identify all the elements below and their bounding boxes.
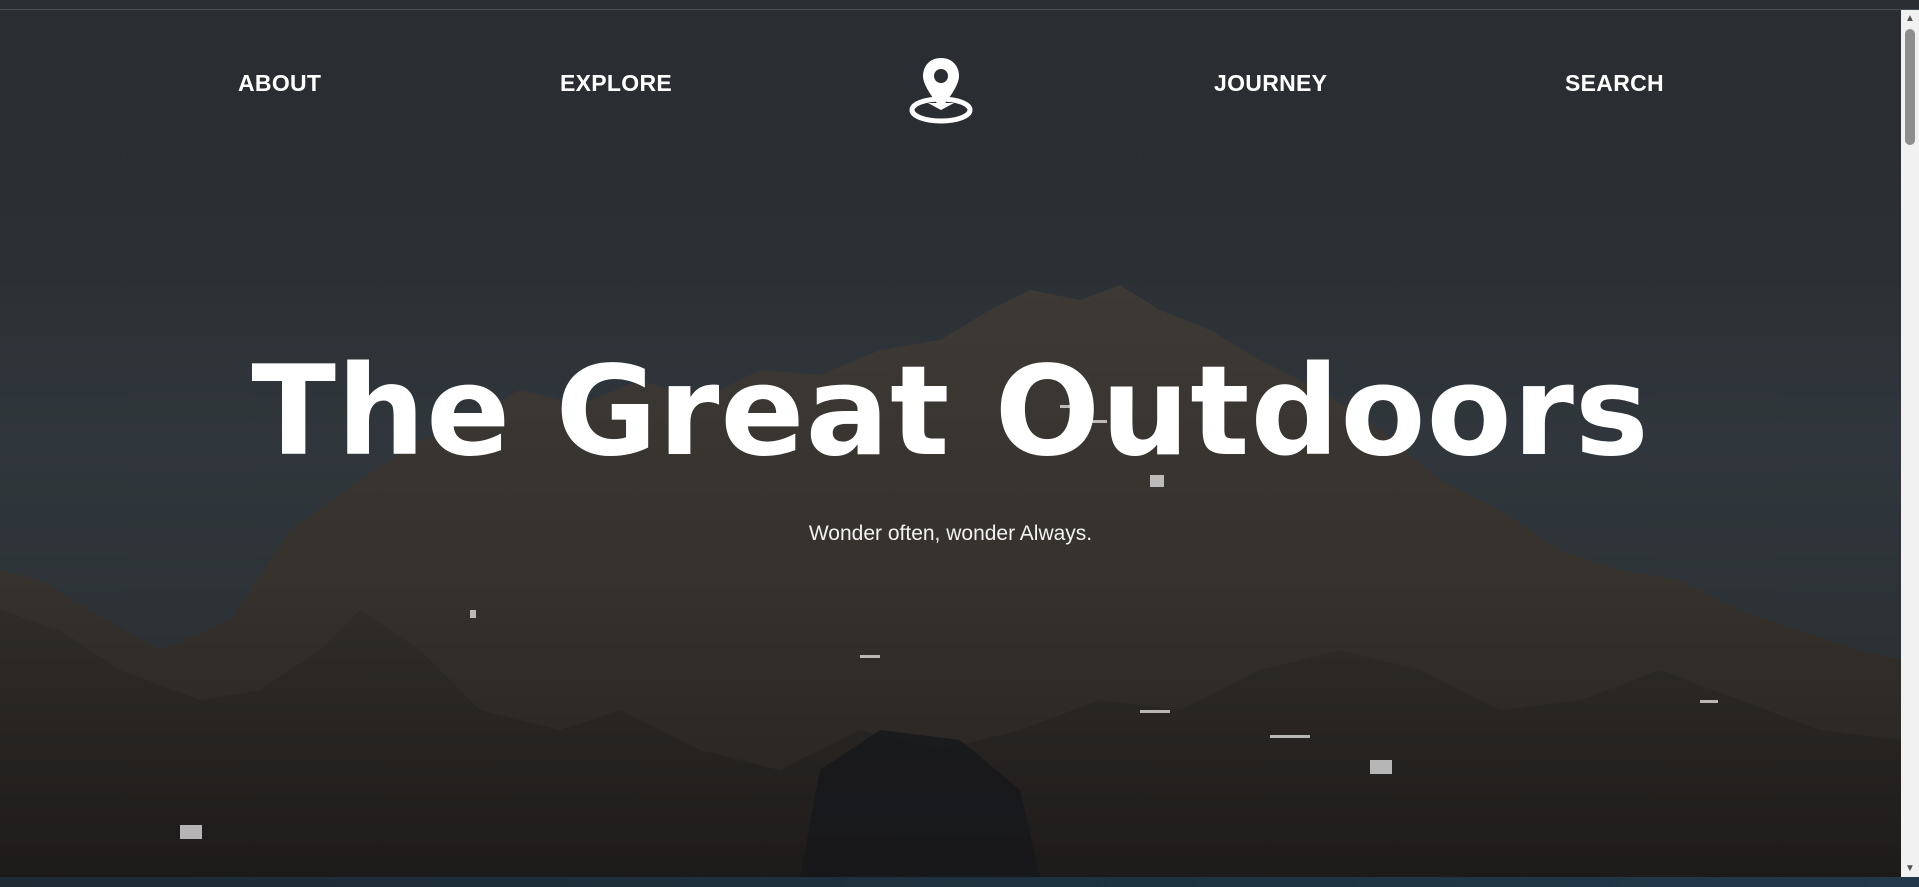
scrollbar-thumb[interactable]	[1905, 29, 1915, 145]
taskbar-edge	[0, 877, 1919, 887]
arrow-up-icon[interactable]: ▲	[1901, 10, 1919, 27]
hero-subtitle: Wonder often, wonder Always.	[808, 522, 1093, 545]
map-pin-icon[interactable]	[908, 52, 974, 126]
nav-link-explore[interactable]: EXPLORE	[560, 70, 672, 97]
browser-top-edge	[0, 0, 1919, 10]
nav-link-journey[interactable]: JOURNEY	[1214, 70, 1327, 97]
nav-link-about[interactable]: ABOUT	[238, 70, 321, 97]
hero-section: ABOUT EXPLORE JOURNEY SEARCH The Great O…	[0, 10, 1901, 877]
nav-link-search[interactable]: SEARCH	[1565, 70, 1664, 97]
top-navigation: ABOUT EXPLORE JOURNEY SEARCH	[0, 10, 1901, 160]
vertical-scrollbar[interactable]: ▲ ▼	[1901, 10, 1919, 877]
arrow-down-icon[interactable]: ▼	[1901, 860, 1919, 877]
hero-title: The Great Outdoors	[251, 340, 1650, 484]
